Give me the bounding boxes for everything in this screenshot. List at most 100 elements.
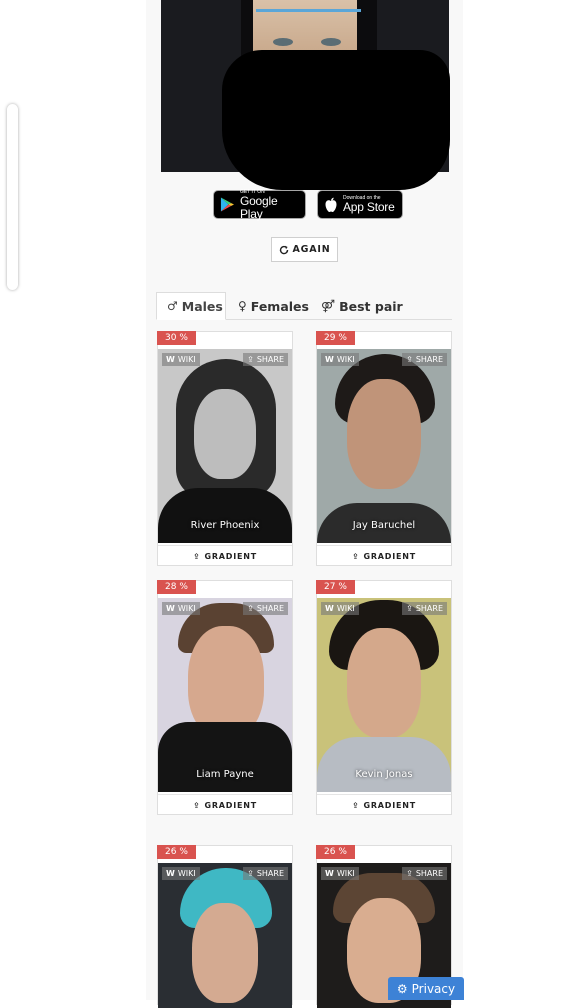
google-play-text: Google Play bbox=[239, 193, 278, 221]
share-button[interactable]: ⇪ SHARE bbox=[402, 867, 447, 880]
wiki-button[interactable]: W WIKI bbox=[162, 867, 200, 880]
photo-eye bbox=[273, 38, 293, 46]
share-icon: ⇪ bbox=[406, 355, 413, 364]
result-card: 27 % W WIKI ⇪ SHARE Kevin Jonas ⇪ GRADIENT bbox=[316, 580, 452, 815]
wikipedia-icon: W bbox=[166, 869, 175, 878]
tab-males[interactable]: ♂ Males bbox=[156, 292, 226, 320]
similarity-badge: 26 % bbox=[157, 845, 196, 859]
tab-label: Females bbox=[250, 298, 309, 314]
share-label: SHARE bbox=[256, 355, 284, 364]
celebrity-photo[interactable]: W WIKI ⇪ SHARE Liam Payne bbox=[158, 598, 292, 792]
gradient-icon: ⇪ bbox=[351, 551, 360, 561]
google-play-icon bbox=[220, 197, 235, 212]
wiki-label: WIKI bbox=[177, 355, 196, 364]
gradient-button[interactable]: ⇪ GRADIENT bbox=[317, 794, 451, 815]
result-card: 26 % W WIKI ⇪ SHARE bbox=[157, 845, 293, 1008]
again-button[interactable]: AGAIN bbox=[271, 237, 338, 262]
wiki-label: WIKI bbox=[177, 869, 196, 878]
share-button[interactable]: ⇪ SHARE bbox=[402, 353, 447, 366]
wiki-label: WIKI bbox=[177, 604, 196, 613]
gender-tabs: ♂ Males ♀ Females ⚤ Best pair bbox=[156, 292, 452, 320]
share-label: SHARE bbox=[256, 869, 284, 878]
photo-face bbox=[192, 903, 258, 1003]
wiki-button[interactable]: W WIKI bbox=[321, 602, 359, 615]
celebrity-photo[interactable]: W WIKI ⇪ SHARE bbox=[158, 863, 292, 1008]
photo-body bbox=[317, 737, 451, 792]
wiki-label: WIKI bbox=[336, 355, 355, 364]
celebrity-name: Jay Baruchel bbox=[352, 520, 416, 531]
gradient-label: GRADIENT bbox=[204, 800, 258, 810]
share-button[interactable]: ⇪ SHARE bbox=[243, 867, 288, 880]
share-label: SHARE bbox=[415, 355, 443, 364]
gradient-label: GRADIENT bbox=[363, 800, 417, 810]
scrollbar-handle[interactable] bbox=[7, 104, 18, 290]
share-icon: ⇪ bbox=[247, 869, 254, 878]
wikipedia-icon: W bbox=[325, 355, 334, 364]
share-icon: ⇪ bbox=[247, 604, 254, 613]
tab-label: Best pair bbox=[339, 298, 403, 314]
wikipedia-icon: W bbox=[325, 869, 334, 878]
photo-face bbox=[347, 628, 421, 738]
celebrity-name: Liam Payne bbox=[196, 769, 254, 780]
app-store-text: App Store bbox=[343, 200, 395, 214]
similarity-badge: 28 % bbox=[157, 580, 196, 594]
result-card: 29 % W WIKI ⇪ SHARE Jay Baruchel ⇪ GRADIENT bbox=[316, 331, 452, 566]
wiki-button[interactable]: W WIKI bbox=[162, 353, 200, 366]
wiki-button[interactable]: W WIKI bbox=[321, 867, 359, 880]
celebrity-photo[interactable]: W WIKI ⇪ SHARE Kevin Jonas bbox=[317, 598, 451, 792]
gradient-label: GRADIENT bbox=[204, 551, 258, 561]
refresh-icon bbox=[279, 245, 288, 254]
share-icon: ⇪ bbox=[247, 355, 254, 364]
celebrity-photo[interactable]: W WIKI ⇪ SHARE River Phoenix bbox=[158, 349, 292, 543]
privacy-label: Privacy bbox=[411, 981, 456, 996]
gradient-button[interactable]: ⇪ GRADIENT bbox=[317, 545, 451, 566]
celebrity-photo[interactable]: W WIKI ⇪ SHARE Jay Baruchel bbox=[317, 349, 451, 543]
result-card: 28 % W WIKI ⇪ SHARE Liam Payne ⇪ GRADIENT bbox=[157, 580, 293, 815]
gradient-icon: ⇪ bbox=[192, 800, 201, 810]
gradient-icon: ⇪ bbox=[351, 800, 360, 810]
app-store-button[interactable]: Download on the App Store bbox=[317, 190, 403, 219]
similarity-badge: 27 % bbox=[316, 580, 355, 594]
google-play-button[interactable]: GET IT ON Google Play bbox=[213, 189, 306, 221]
couple-icon: ⚤ bbox=[321, 299, 336, 313]
wikipedia-icon: W bbox=[166, 355, 175, 364]
celebrity-name: Kevin Jonas bbox=[355, 769, 413, 780]
similarity-badge: 26 % bbox=[316, 845, 355, 859]
share-icon: ⇪ bbox=[406, 869, 413, 878]
photo-mask bbox=[280, 52, 380, 92]
tab-best-pair[interactable]: ⚤ Best pair bbox=[321, 292, 403, 320]
wiki-label: WIKI bbox=[336, 604, 355, 613]
wikipedia-icon: W bbox=[166, 604, 175, 613]
apple-icon bbox=[325, 197, 337, 212]
share-button[interactable]: ⇪ SHARE bbox=[243, 353, 288, 366]
female-icon: ♀ bbox=[238, 299, 247, 313]
gradient-icon: ⇪ bbox=[192, 551, 201, 561]
photo-eye bbox=[321, 38, 341, 46]
share-button[interactable]: ⇪ SHARE bbox=[402, 602, 447, 615]
wikipedia-icon: W bbox=[325, 604, 334, 613]
privacy-button[interactable]: ⚙ Privacy bbox=[388, 977, 464, 1000]
photo-body bbox=[158, 488, 292, 543]
male-icon: ♂ bbox=[167, 299, 178, 313]
wiki-button[interactable]: W WIKI bbox=[162, 602, 200, 615]
celebrity-name: River Phoenix bbox=[190, 520, 260, 531]
tab-females[interactable]: ♀ Females bbox=[238, 292, 309, 320]
again-label: AGAIN bbox=[292, 244, 331, 255]
wiki-button[interactable]: W WIKI bbox=[321, 353, 359, 366]
share-label: SHARE bbox=[415, 869, 443, 878]
share-label: SHARE bbox=[256, 604, 284, 613]
wiki-label: WIKI bbox=[336, 869, 355, 878]
photo-face bbox=[347, 379, 421, 489]
gradient-button[interactable]: ⇪ GRADIENT bbox=[158, 794, 292, 815]
share-icon: ⇪ bbox=[406, 604, 413, 613]
similarity-badge: 30 % bbox=[157, 331, 196, 345]
similarity-badge: 29 % bbox=[316, 331, 355, 345]
share-button[interactable]: ⇪ SHARE bbox=[243, 602, 288, 615]
gear-icon: ⚙ bbox=[396, 981, 408, 996]
result-card: 30 % W WIKI ⇪ SHARE River Phoenix ⇪ GRADIEN… bbox=[157, 331, 293, 566]
gradient-button[interactable]: ⇪ GRADIENT bbox=[158, 545, 292, 566]
gradient-label: GRADIENT bbox=[363, 551, 417, 561]
photo-face bbox=[194, 389, 256, 479]
photo-body bbox=[158, 722, 292, 792]
share-label: SHARE bbox=[415, 604, 443, 613]
